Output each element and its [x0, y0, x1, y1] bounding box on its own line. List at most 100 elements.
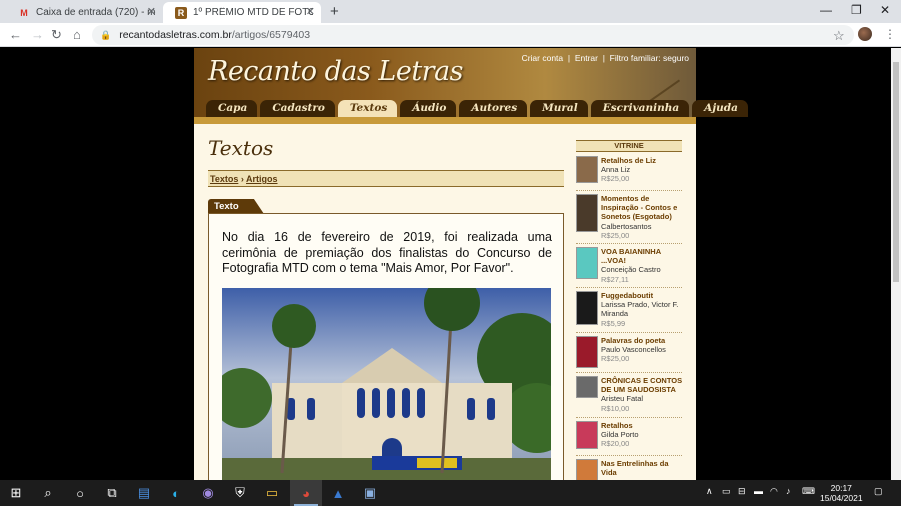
- vitrine-item-text: Momentos de Inspiração - Contos e Soneto…: [601, 194, 683, 240]
- keyboard-icon[interactable]: ⌨: [802, 486, 815, 497]
- family-filter-link[interactable]: Filtro familiar: seguro: [610, 53, 689, 63]
- lock-icon: 🔒: [100, 29, 112, 40]
- book-title[interactable]: Momentos de Inspiração - Contos e Soneto…: [601, 194, 683, 222]
- book-price: R$27,11: [601, 274, 629, 284]
- vitrine-item-text: Palavras do poeta Paulo Vasconcellos R$25,…: [601, 336, 683, 364]
- system-clock[interactable]: 20:17 15/04/2021: [820, 483, 863, 503]
- main-nav: Capa Cadastro Textos Áudio Autores Mural…: [206, 100, 751, 117]
- breadcrumb-artigos[interactable]: Artigos: [246, 174, 278, 184]
- book-title[interactable]: Fuggedaboutit: [601, 291, 683, 300]
- nav-capa[interactable]: Capa: [206, 100, 258, 117]
- edge-icon[interactable]: ◐: [168, 485, 184, 501]
- new-tab-icon[interactable]: +: [330, 3, 339, 20]
- vitrine-item-text: Fuggedaboutit Larissa Prado, Victor F. Mi…: [601, 291, 683, 328]
- start-icon[interactable]: ⊞: [8, 485, 24, 501]
- book-price: R$25,00: [601, 230, 630, 240]
- vitrine-separator: [576, 190, 682, 191]
- document-icon[interactable]: ▤: [136, 485, 152, 501]
- gmail-icon: M: [20, 7, 28, 18]
- chevron-up-icon[interactable]: ∧: [706, 486, 713, 497]
- tab-recanto[interactable]: R 1º PRÊMIO MTD DE FOTOGRAFIA ✕: [163, 2, 321, 23]
- page-scrollbar[interactable]: [891, 48, 901, 480]
- tray-icon[interactable]: ⊟: [738, 486, 746, 497]
- book-title[interactable]: CRÔNICAS E CONTOS DE UM SAUDOSISTA: [601, 376, 683, 394]
- minimize-icon[interactable]: —: [820, 3, 832, 17]
- book-title[interactable]: VOA BAIANINHA ...VOA!: [601, 247, 683, 265]
- book-author: Paulo Vasconcellos: [601, 345, 666, 355]
- nav-audio[interactable]: Áudio: [400, 100, 457, 117]
- chrome-icon[interactable]: ◕: [298, 485, 314, 501]
- login-link[interactable]: Entrar: [575, 53, 598, 63]
- app-icon[interactable]: ▲: [330, 485, 346, 501]
- reload-icon[interactable]: ↻: [51, 27, 62, 43]
- profile-avatar[interactable]: [858, 27, 872, 41]
- book-cover-thumbnail[interactable]: [576, 376, 598, 398]
- book-title[interactable]: Nas Entrelinhas da Vida: [601, 459, 683, 477]
- book-price: R$25,00: [601, 174, 630, 184]
- vitrine-separator: [576, 287, 682, 288]
- book-price: R$10,00: [601, 403, 630, 413]
- vitrine-item-text: Retalhos Gilda Porto R$20,00: [601, 421, 683, 449]
- clock-date: 15/04/2021: [820, 493, 863, 503]
- book-cover-thumbnail[interactable]: [576, 459, 598, 480]
- vitrine-separator: [576, 417, 682, 418]
- close-icon[interactable]: ✕: [147, 5, 156, 18]
- nav-textos[interactable]: Textos: [337, 100, 398, 117]
- address-path: /artigos/6579403: [231, 29, 311, 41]
- page-viewport: Recanto das Letras Criar conta | Entrar …: [0, 48, 891, 480]
- back-icon[interactable]: ←: [9, 27, 22, 42]
- book-cover-thumbnail[interactable]: [576, 336, 598, 368]
- battery-icon[interactable]: ▬: [754, 486, 763, 496]
- volume-icon[interactable]: ♪: [786, 486, 791, 496]
- book-title[interactable]: Retalhos de Liz: [601, 156, 683, 165]
- file-explorer-icon[interactable]: ▭: [264, 485, 280, 501]
- nav-ajuda[interactable]: Ajuda: [692, 100, 748, 117]
- book-cover-thumbnail[interactable]: [576, 194, 598, 232]
- breadcrumb-textos[interactable]: Textos: [210, 174, 238, 184]
- book-price: R$25,00: [601, 354, 630, 364]
- book-price: R$20,00: [601, 439, 630, 449]
- site-banner: Recanto das Letras Criar conta | Entrar …: [194, 48, 748, 124]
- search-icon[interactable]: ⌕: [40, 485, 56, 501]
- book-title[interactable]: Retalhos: [601, 421, 683, 430]
- book-price: R$5,99: [601, 318, 626, 328]
- tray-icon[interactable]: ▭: [722, 486, 731, 497]
- notification-icon[interactable]: ▢: [874, 486, 883, 497]
- close-icon[interactable]: ✕: [306, 5, 315, 18]
- book-cover-thumbnail[interactable]: [576, 156, 598, 183]
- breadcrumb: Textos › Artigos: [208, 170, 564, 187]
- clock-time: 20:17: [830, 483, 852, 493]
- task-view-icon[interactable]: ⧉: [104, 485, 120, 501]
- book-title[interactable]: Palavras do poeta: [601, 336, 683, 345]
- menu-dots-icon[interactable]: ⋮: [884, 27, 896, 41]
- cortana-icon[interactable]: ○: [72, 485, 88, 501]
- windows-taskbar: ⊞ ⌕ ○ ⧉ ▤ ◐ ◉ ⛨ ▭ ◕ ▲ ▣ ∧ ▭ ⊟ ▬ ◠ ♪ ⌨ 20…: [0, 480, 901, 506]
- book-author: Gilda Porto: [601, 430, 639, 440]
- wifi-icon[interactable]: ◠: [770, 486, 778, 497]
- nav-escrivaninha[interactable]: Escrivaninha: [590, 100, 690, 117]
- book-cover-thumbnail[interactable]: [576, 291, 598, 325]
- tab-gmail[interactable]: M Caixa de entrada (720) - movimer ✕: [6, 2, 162, 23]
- create-account-link[interactable]: Criar conta: [522, 53, 564, 63]
- address-bar[interactable]: 🔒 recantodasletras.com.br/artigos/657940…: [92, 25, 854, 45]
- forward-icon[interactable]: →: [31, 27, 44, 42]
- home-icon[interactable]: ⌂: [73, 27, 81, 42]
- book-cover-thumbnail[interactable]: [576, 247, 598, 279]
- scrollbar-thumb[interactable]: [893, 62, 899, 282]
- bookmark-star-icon[interactable]: ☆: [833, 28, 845, 44]
- monitor-app-icon[interactable]: ▣: [362, 485, 378, 501]
- book-author: Larissa Prado, Victor F. Miranda: [601, 300, 679, 319]
- nav-mural[interactable]: Mural: [530, 100, 588, 117]
- close-window-icon[interactable]: ✕: [880, 3, 890, 17]
- shield-icon[interactable]: ⛨: [232, 485, 248, 501]
- site-logo[interactable]: Recanto das Letras: [208, 56, 464, 87]
- article-body: No dia 16 de fevereiro de 2019, foi real…: [222, 230, 552, 275]
- vitrine-separator: [576, 243, 682, 244]
- nav-cadastro[interactable]: Cadastro: [260, 100, 335, 117]
- building-photo: [222, 288, 551, 480]
- book-cover-thumbnail[interactable]: [576, 421, 598, 449]
- page-title: Textos: [208, 136, 274, 160]
- nav-autores[interactable]: Autores: [459, 100, 528, 117]
- obs-icon[interactable]: ◉: [200, 485, 216, 501]
- restore-icon[interactable]: ❐: [851, 3, 862, 17]
